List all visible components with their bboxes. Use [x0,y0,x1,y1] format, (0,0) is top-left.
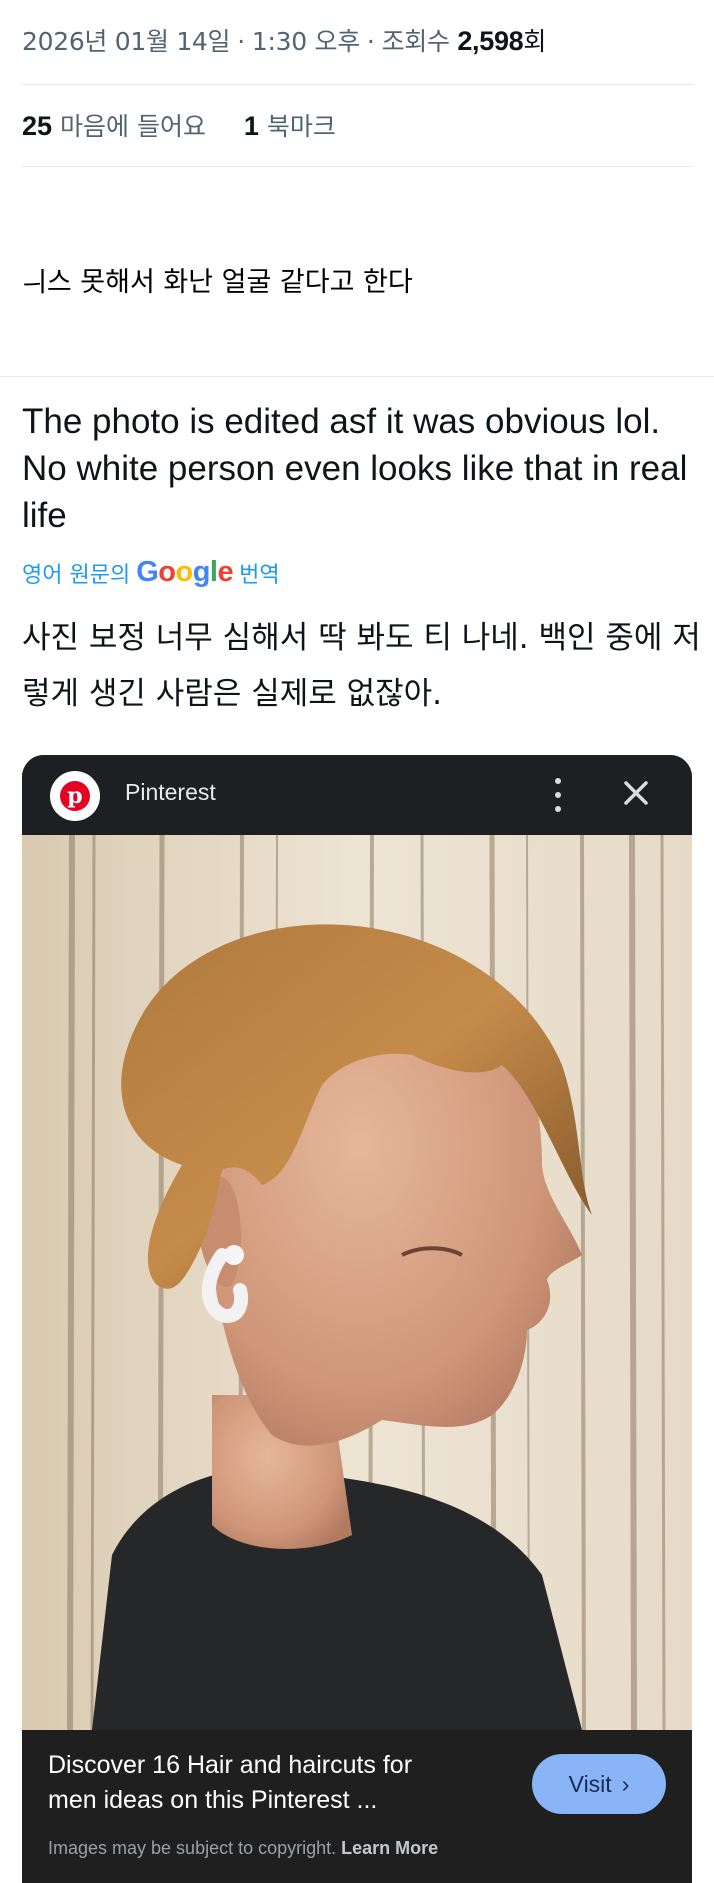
tweet-meta: 2026년 01월 14일 · 1:30 오후 · 조회수 2,598회 [22,22,692,58]
divider [22,166,694,167]
pinterest-card[interactable]: p Pinterest Discover 16 Hair and haircut… [22,755,692,1883]
card-app-title: Pinterest [125,779,216,805]
translation-attribution[interactable]: 영어 원문의 Google 번역 [22,556,280,589]
bookmarks-label[interactable]: 북마크 [267,112,336,141]
likes-count: 25 [22,111,53,141]
reply-text-english: The photo is edited asf it was obvious l… [22,402,688,535]
page: 2026년 01월 14일 · 1:30 오후 · 조회수 2,598회 25 마음에 … [0,0,714,1883]
divider [22,84,694,85]
tweet-date: 2026년 01월 14일 [22,27,231,56]
pinterest-photo[interactable] [22,835,692,1730]
card-footer: Discover 16 Hair and haircuts for men id… [22,1730,692,1883]
copyright-note: Images may be subject to copyright. Lear… [48,1838,438,1859]
visit-button[interactable]: Visit › [532,1754,666,1814]
chevron-right-icon: › [621,1770,630,1797]
tweet-time: 1:30 오후 [251,27,360,56]
views-label: 조회수 [381,27,450,56]
quote-caption: ㅢ스 못해서 화난 얼굴 같다고 한다 [22,267,413,298]
views-count: 2,598 [457,26,524,56]
views-unit: 회 [523,27,547,56]
translate-suffix: 번역 [239,562,280,588]
close-icon[interactable] [618,775,654,811]
card-header: p Pinterest [22,755,692,835]
divider [0,376,714,377]
reply-text-korean: 사진 보정 너무 심해서 딱 봐도 티 나네. 백인 중에 저렇게 생긴 사람은… [22,620,701,712]
engagement-stats[interactable]: 25 마음에 들어요 1 북마크 [22,107,336,143]
likes-label[interactable]: 마음에 들어요 [60,112,206,141]
learn-more-link[interactable]: Learn More [341,1838,438,1858]
more-vert-icon[interactable] [548,775,568,815]
google-logo: Google [136,556,234,588]
bookmarks-count: 1 [243,111,259,141]
pin-title[interactable]: Discover 16 Hair and haircuts for men id… [48,1748,438,1818]
meta-separator: · [237,27,245,56]
meta-separator: · [366,27,375,56]
copyright-text: Images may be subject to copyright. [48,1838,337,1858]
pinterest-logo-icon: p [50,771,100,821]
visit-label: Visit [568,1770,612,1797]
translate-prefix: 영어 원문의 [22,562,131,588]
